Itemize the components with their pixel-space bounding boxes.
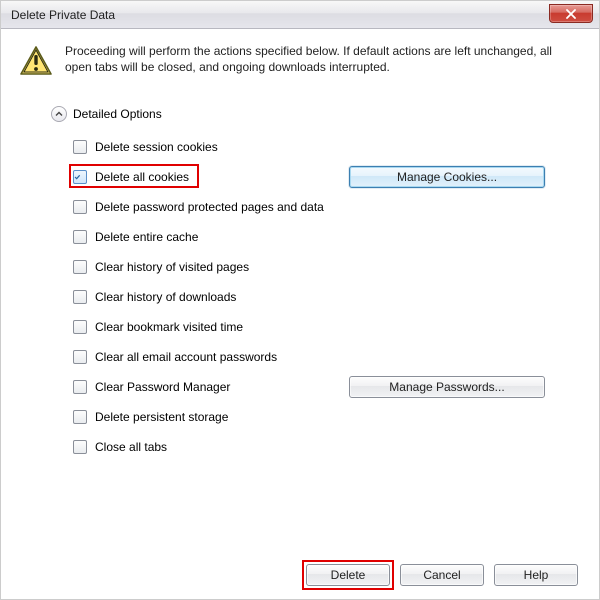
checkbox[interactable] [73, 230, 87, 244]
option-close-tabs[interactable]: Close all tabs [73, 432, 545, 462]
checkbox[interactable] [73, 290, 87, 304]
checkbox[interactable] [73, 140, 87, 154]
cancel-button[interactable]: Cancel [400, 564, 484, 586]
option-label: Delete all cookies [95, 170, 189, 184]
checkbox[interactable] [73, 200, 87, 214]
option-password-manager[interactable]: Clear Password Manager Manage Passwords.… [73, 372, 545, 402]
warning-icon [19, 45, 53, 80]
option-label: Clear bookmark visited time [95, 320, 243, 334]
checkbox[interactable] [73, 170, 87, 184]
checkbox[interactable] [73, 410, 87, 424]
option-password-pages[interactable]: Delete password protected pages and data [73, 192, 545, 222]
delete-button[interactable]: Delete [306, 564, 390, 586]
manage-passwords-button[interactable]: Manage Passwords... [349, 376, 545, 398]
checkbox[interactable] [73, 260, 87, 274]
option-all-cookies[interactable]: Delete all cookies Manage Cookies... [73, 162, 545, 192]
option-label: Delete persistent storage [95, 410, 228, 424]
option-bookmark-time[interactable]: Clear bookmark visited time [73, 312, 545, 342]
dialog-footer: Delete Cancel Help [306, 564, 578, 586]
checkbox[interactable] [73, 350, 87, 364]
option-persistent-storage[interactable]: Delete persistent storage [73, 402, 545, 432]
dialog-content: Proceeding will perform the actions spec… [1, 29, 599, 462]
section-label: Detailed Options [73, 107, 162, 121]
option-label: Clear history of downloads [95, 290, 236, 304]
option-history-downloads[interactable]: Clear history of downloads [73, 282, 545, 312]
option-label: Delete password protected pages and data [95, 200, 324, 214]
help-button[interactable]: Help [494, 564, 578, 586]
option-label: Clear history of visited pages [95, 260, 249, 274]
option-email-passwords[interactable]: Clear all email account passwords [73, 342, 545, 372]
window-title: Delete Private Data [11, 8, 115, 22]
checkbox[interactable] [73, 380, 87, 394]
option-label: Clear Password Manager [95, 380, 230, 394]
close-icon [565, 9, 577, 19]
manage-cookies-button[interactable]: Manage Cookies... [349, 166, 545, 188]
checkbox[interactable] [73, 440, 87, 454]
warning-message: Proceeding will perform the actions spec… [65, 43, 581, 75]
close-button[interactable] [549, 4, 593, 23]
chevron-up-icon [55, 110, 63, 118]
option-cache[interactable]: Delete entire cache [73, 222, 545, 252]
collapse-toggle[interactable] [51, 106, 67, 122]
option-label: Close all tabs [95, 440, 167, 454]
titlebar: Delete Private Data [1, 1, 599, 29]
checkbox[interactable] [73, 320, 87, 334]
option-session-cookies[interactable]: Delete session cookies [73, 132, 545, 162]
option-label: Delete entire cache [95, 230, 198, 244]
option-label: Clear all email account passwords [95, 350, 277, 364]
option-label: Delete session cookies [95, 140, 218, 154]
option-history-pages[interactable]: Clear history of visited pages [73, 252, 545, 282]
